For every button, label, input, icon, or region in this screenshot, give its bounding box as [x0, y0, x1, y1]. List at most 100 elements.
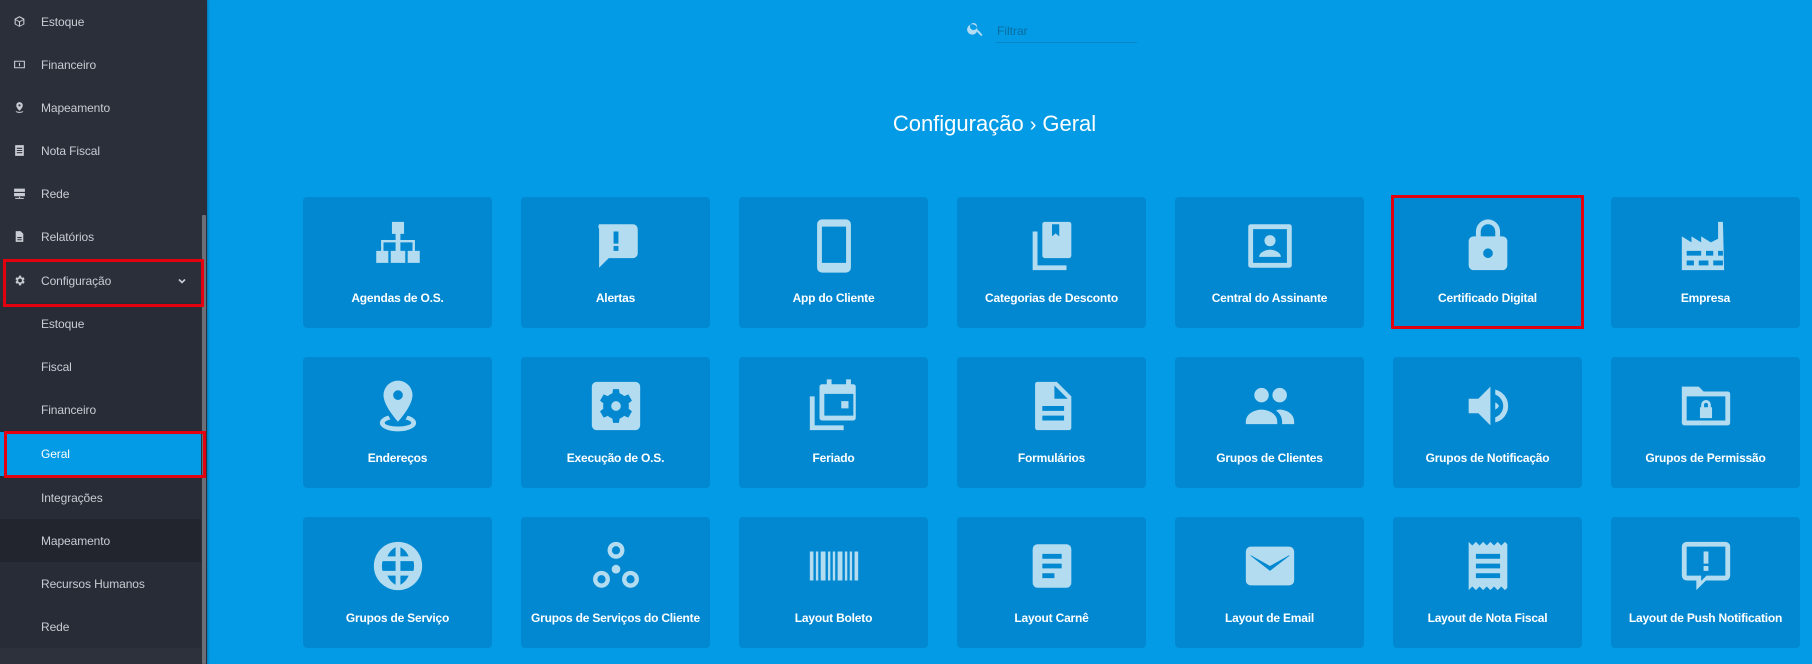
tile-label: Grupos de Serviço: [345, 611, 450, 625]
tile-categorias-de-desconto[interactable]: Categorias de Desconto: [957, 197, 1146, 328]
document-icon: [12, 230, 26, 244]
receipt-long-icon: [1393, 539, 1582, 593]
tile-grupos-de-notificacao[interactable]: Grupos de Notificação: [1393, 357, 1582, 488]
tile-label: Empresa: [1680, 291, 1731, 305]
tile-execucao-de-os[interactable]: Execução de O.S.: [521, 357, 710, 488]
tile-label: App do Cliente: [792, 291, 875, 305]
sidebar-subitem-fiscal[interactable]: Fiscal: [0, 345, 201, 388]
message-alert-outline-icon: [1611, 539, 1800, 593]
tile-layout-boleto[interactable]: Layout Boleto: [739, 517, 928, 648]
tile-certificado-digital[interactable]: Certificado Digital: [1391, 195, 1584, 329]
tile-layout-carne[interactable]: Layout Carnê: [957, 517, 1146, 648]
chevron-down-icon[interactable]: [177, 275, 187, 285]
sidebar-subitem-integracoes[interactable]: Integrações: [0, 476, 201, 519]
barcode-icon: [739, 539, 928, 593]
sidebar-subitem-label: Rede: [41, 619, 70, 634]
tile-label: Layout de Nota Fiscal: [1427, 611, 1548, 625]
receipt-icon: [12, 144, 26, 158]
sidebar-subitem-rede[interactable]: Rede: [0, 605, 201, 648]
breadcrumb-separator: ›: [1029, 114, 1037, 136]
globe-icon: [303, 539, 492, 593]
lock-icon: [1393, 219, 1582, 273]
calendar-multiple-icon: [739, 379, 928, 433]
sidebar-subitem-mapeamento[interactable]: Mapeamento: [0, 519, 201, 562]
sidebar-item-configuracao[interactable]: Configuração: [0, 259, 201, 302]
sidebar-subitem-label: Fiscal: [41, 359, 72, 374]
sidebar-item-label: Mapeamento: [41, 100, 111, 115]
tile-layout-de-push-notification[interactable]: Layout de Push Notification: [1611, 517, 1800, 648]
sidebar-item-nota-fiscal[interactable]: Nota Fiscal: [0, 129, 201, 172]
money-icon: [12, 58, 26, 72]
tile-grupos-de-clientes[interactable]: Grupos de Clientes: [1175, 357, 1364, 488]
sidebar: Estoque Financeiro Mapeamento Nota Fisca…: [0, 0, 207, 664]
breadcrumb-current: Geral: [1042, 111, 1097, 136]
tile-label: Grupos de Serviços do Cliente: [531, 611, 700, 625]
server-icon: [12, 187, 26, 201]
tile-label: Layout Carnê: [1014, 611, 1089, 625]
tile-label: Categorias de Desconto: [985, 291, 1118, 305]
tile-label: Agendas de O.S.: [351, 291, 444, 305]
tile-label: Alertas: [595, 291, 636, 305]
sidebar-item-estoque[interactable]: Estoque: [0, 0, 201, 43]
tile-layout-de-email[interactable]: Layout de Email: [1175, 517, 1364, 648]
search-icon[interactable]: [966, 19, 985, 43]
settings-box-icon: [521, 379, 710, 433]
tile-label: Layout de Push Notification: [1628, 611, 1783, 625]
volume-icon: [1393, 379, 1582, 433]
tile-grupos-de-permissao[interactable]: Grupos de Permissão: [1611, 357, 1800, 488]
sidebar-subitem-label: Recursos Humanos: [41, 576, 145, 591]
sidebar-item-label: Rede: [41, 186, 70, 201]
sidebar-item-mapeamento[interactable]: Mapeamento: [0, 86, 201, 129]
search-bar: [966, 18, 1137, 44]
tile-label: Formulários: [1017, 451, 1086, 465]
tile-empresa[interactable]: Empresa: [1611, 197, 1800, 328]
cube-icon: [12, 15, 26, 29]
tile-central-do-assinante[interactable]: Central do Assinante: [1175, 197, 1364, 328]
sidebar-subitem-label: Mapeamento: [41, 533, 111, 548]
library-books-icon: [957, 219, 1146, 273]
tile-app-do-cliente[interactable]: App do Cliente: [739, 197, 928, 328]
tile-label: Central do Assinante: [1211, 291, 1328, 305]
tile-alertas[interactable]: Alertas: [521, 197, 710, 328]
factory-icon: [1611, 219, 1800, 273]
sidebar-subitem-geral[interactable]: Geral: [0, 432, 201, 476]
sidebar-footer: [0, 648, 207, 664]
page-title: Configuração › Geral: [207, 111, 1812, 137]
tile-grupos-de-servicos-do-cliente[interactable]: Grupos de Serviços do Cliente: [521, 517, 710, 648]
tile-label: Grupos de Permissão: [1645, 451, 1766, 465]
sidebar-subitem-estoque[interactable]: Estoque: [0, 302, 201, 345]
sidebar-item-label: Financeiro: [41, 57, 97, 72]
tile-formularios[interactable]: Formulários: [957, 357, 1146, 488]
breadcrumb-parent: Configuração: [892, 111, 1024, 136]
gear-icon: [12, 274, 26, 288]
sidebar-subitem-label: Geral: [41, 447, 70, 461]
tile-enderecos[interactable]: Endereços: [303, 357, 492, 488]
sidebar-item-label: Nota Fiscal: [41, 143, 100, 158]
contact-portrait-icon: [1175, 219, 1364, 273]
sidebar-item-rede[interactable]: Rede: [0, 172, 201, 215]
smartphone-icon: [739, 219, 928, 273]
settings-grid: Agendas de O.S. Alertas App do Cliente C…: [303, 195, 1800, 648]
search-input[interactable]: [996, 19, 1137, 43]
tile-layout-de-nota-fiscal[interactable]: Layout de Nota Fiscal: [1393, 517, 1582, 648]
tile-label: Feriado: [812, 451, 855, 465]
sidebar-subitem-label: Estoque: [41, 316, 85, 331]
sidebar-item-relatorios[interactable]: Relatórios: [0, 215, 201, 258]
email-icon: [1175, 539, 1364, 593]
tile-feriado[interactable]: Feriado: [739, 357, 928, 488]
tile-label: Grupos de Notificação: [1425, 451, 1550, 465]
bubble-chart-icon: [521, 539, 710, 593]
folder-lock-icon: [1611, 379, 1800, 433]
tile-grupos-de-servico[interactable]: Grupos de Serviço: [303, 517, 492, 648]
sidebar-scrollbar[interactable]: [202, 215, 206, 664]
tile-agendas-de-os[interactable]: Agendas de O.S.: [303, 197, 492, 328]
sidebar-subitem-recursos-humanos[interactable]: Recursos Humanos: [0, 562, 201, 605]
sidebar-subitem-financeiro[interactable]: Financeiro: [0, 388, 201, 431]
people-icon: [1175, 379, 1364, 433]
note-text-icon: [957, 539, 1146, 593]
sitemap-icon: [303, 219, 492, 273]
location-pin-icon: [303, 379, 492, 433]
sidebar-item-financeiro[interactable]: Financeiro: [0, 43, 201, 86]
file-document-icon: [957, 379, 1146, 433]
sidebar-item-label: Configuração: [41, 273, 112, 288]
